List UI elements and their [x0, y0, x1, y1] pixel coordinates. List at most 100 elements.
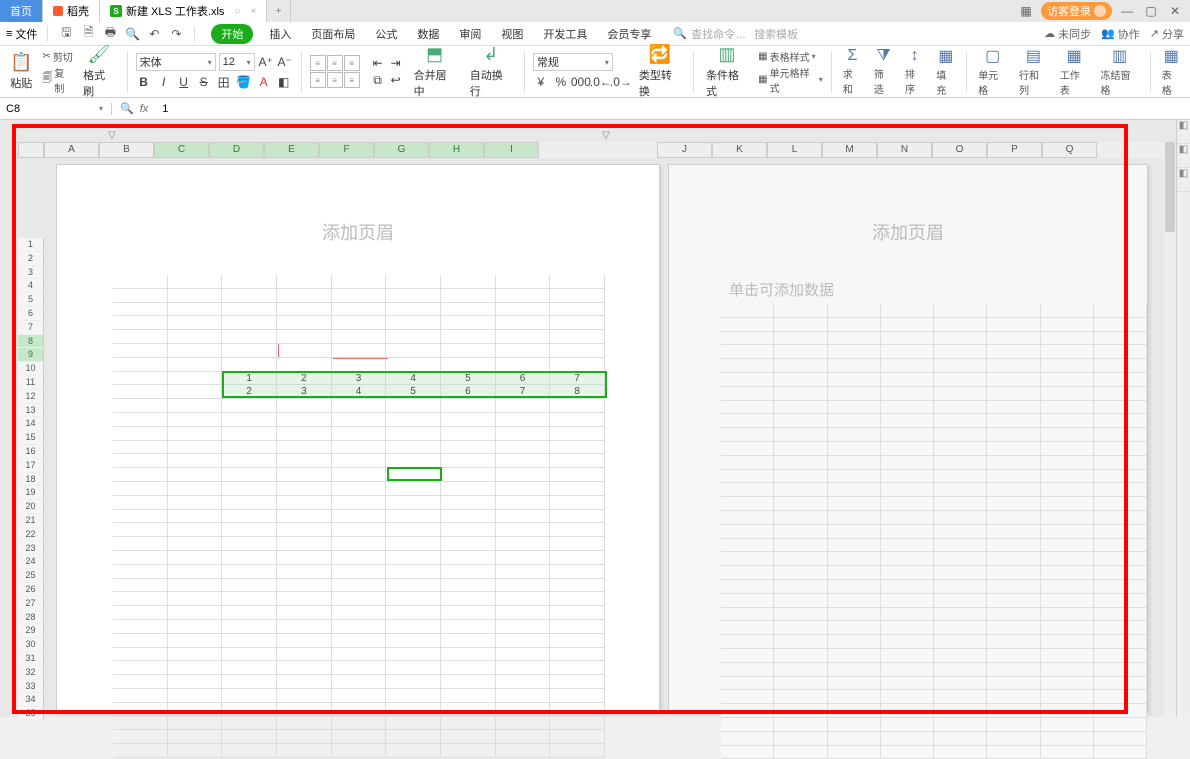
- ribbon-tab-view[interactable]: 视图: [497, 24, 527, 44]
- cell-F24[interactable]: [386, 592, 441, 606]
- cell-p2-9-5[interactable]: [987, 414, 1040, 428]
- cell-F7[interactable]: [386, 358, 441, 372]
- align-top-left[interactable]: ≡: [310, 55, 326, 71]
- freeze-button[interactable]: ▥冻结窗格: [1098, 46, 1142, 97]
- cell-p2-3-4[interactable]: [934, 332, 987, 346]
- cell-p2-33-3[interactable]: [881, 746, 934, 759]
- cell-p2-4-4[interactable]: [934, 345, 987, 359]
- cut-button[interactable]: ✂ 剪切: [42, 49, 73, 64]
- cell-p2-6-0[interactable]: [721, 373, 774, 387]
- cell-p2-15-1[interactable]: [774, 497, 827, 511]
- row-header-15[interactable]: 15: [18, 431, 44, 445]
- cell-H7[interactable]: [496, 358, 551, 372]
- cell-A13[interactable]: [113, 441, 168, 455]
- cell-p2-23-5[interactable]: [987, 608, 1040, 622]
- cell-I19[interactable]: [550, 523, 605, 537]
- cell-B10[interactable]: [168, 399, 223, 413]
- cell-G35[interactable]: [441, 744, 496, 758]
- restore-icon[interactable]: ▢: [1142, 4, 1160, 18]
- cell-p2-4-7[interactable]: [1094, 345, 1147, 359]
- highlight-button[interactable]: ◧: [276, 74, 292, 90]
- cell-I35[interactable]: [550, 744, 605, 758]
- cell-D11[interactable]: [277, 413, 332, 427]
- row-header-6[interactable]: 6: [18, 307, 44, 321]
- row-header-28[interactable]: 28: [18, 611, 44, 625]
- cell-C17[interactable]: [222, 496, 277, 510]
- row-header-14[interactable]: 14: [18, 417, 44, 431]
- percent-button[interactable]: %: [553, 74, 569, 90]
- cell-B22[interactable]: [168, 565, 223, 579]
- cell-H24[interactable]: [496, 592, 551, 606]
- cell-p2-24-5[interactable]: [987, 621, 1040, 635]
- cell-p2-8-6[interactable]: [1041, 401, 1094, 415]
- cell-p2-10-7[interactable]: [1094, 428, 1147, 442]
- cell-p2-1-6[interactable]: [1041, 304, 1094, 318]
- cell-H15[interactable]: [496, 468, 551, 482]
- cell-E22[interactable]: [332, 565, 387, 579]
- cell-E15[interactable]: [332, 468, 387, 482]
- cell-p2-20-6[interactable]: [1041, 566, 1094, 580]
- cell-p2-10-4[interactable]: [934, 428, 987, 442]
- cell-F35[interactable]: [386, 744, 441, 758]
- cell-p2-11-3[interactable]: [881, 442, 934, 456]
- italic-button[interactable]: I: [156, 74, 172, 90]
- cell-p2-25-1[interactable]: [774, 635, 827, 649]
- cell-p2-11-1[interactable]: [774, 442, 827, 456]
- cell-H3[interactable]: [496, 303, 551, 317]
- cell-B16[interactable]: [168, 482, 223, 496]
- cell-C25[interactable]: [222, 606, 277, 620]
- cond-format-button[interactable]: ▥ 条件格式: [702, 44, 752, 99]
- cell-A10[interactable]: [113, 399, 168, 413]
- cell-p2-23-7[interactable]: [1094, 608, 1147, 622]
- cell-p2-25-7[interactable]: [1094, 635, 1147, 649]
- save-icon[interactable]: 🖫: [58, 26, 74, 42]
- type-convert-button[interactable]: 🔁 类型转换: [635, 44, 685, 99]
- cell-C3[interactable]: [222, 303, 277, 317]
- row-header-21[interactable]: 21: [18, 514, 44, 528]
- cell-G24[interactable]: [441, 592, 496, 606]
- font-name-select[interactable]: 宋体▾: [136, 53, 216, 71]
- bold-button[interactable]: B: [136, 74, 152, 90]
- cell-p2-29-1[interactable]: [774, 690, 827, 704]
- cell-I21[interactable]: [550, 551, 605, 565]
- cell-p2-3-7[interactable]: [1094, 332, 1147, 346]
- comma-button[interactable]: 000: [573, 74, 589, 90]
- cell-p2-32-4[interactable]: [934, 732, 987, 746]
- cell-p2-12-5[interactable]: [987, 456, 1040, 470]
- cell-p2-27-7[interactable]: [1094, 663, 1147, 677]
- cell-p2-26-1[interactable]: [774, 649, 827, 663]
- cell-C13[interactable]: [222, 441, 277, 455]
- row-header-7[interactable]: 7: [18, 321, 44, 335]
- cell-E21[interactable]: [332, 551, 387, 565]
- sort-button[interactable]: ↕排序: [902, 47, 927, 96]
- col-header-E[interactable]: E: [264, 142, 319, 158]
- cell-B9[interactable]: [168, 385, 223, 399]
- cell-D20[interactable]: [277, 537, 332, 551]
- cell-p2-3-2[interactable]: [828, 332, 881, 346]
- cell-I22[interactable]: [550, 565, 605, 579]
- cell-E9[interactable]: 4: [332, 385, 387, 399]
- cell-E10[interactable]: [332, 399, 387, 413]
- cell-p2-30-5[interactable]: [987, 704, 1040, 718]
- cell-H29[interactable]: [496, 661, 551, 675]
- cell-p2-4-5[interactable]: [987, 345, 1040, 359]
- cell-p2-6-7[interactable]: [1094, 373, 1147, 387]
- cell-D35[interactable]: [277, 744, 332, 758]
- cell-B6[interactable]: [168, 344, 223, 358]
- cell-G25[interactable]: [441, 606, 496, 620]
- cell-I24[interactable]: [550, 592, 605, 606]
- cell-C11[interactable]: [222, 413, 277, 427]
- save-as-icon[interactable]: 🗎: [80, 26, 96, 42]
- cell-p2-19-6[interactable]: [1041, 552, 1094, 566]
- cell-E6[interactable]: [332, 344, 387, 358]
- cell-D33[interactable]: [277, 717, 332, 731]
- cell-p2-13-3[interactable]: [881, 470, 934, 484]
- cell-p2-28-5[interactable]: [987, 677, 1040, 691]
- cell-H13[interactable]: [496, 441, 551, 455]
- cell-p2-15-6[interactable]: [1041, 497, 1094, 511]
- cell-C20[interactable]: [222, 537, 277, 551]
- cell-G1[interactable]: [441, 275, 496, 289]
- cell-E5[interactable]: [332, 330, 387, 344]
- cell-p2-33-6[interactable]: [1041, 746, 1094, 759]
- cell-p2-6-4[interactable]: [934, 373, 987, 387]
